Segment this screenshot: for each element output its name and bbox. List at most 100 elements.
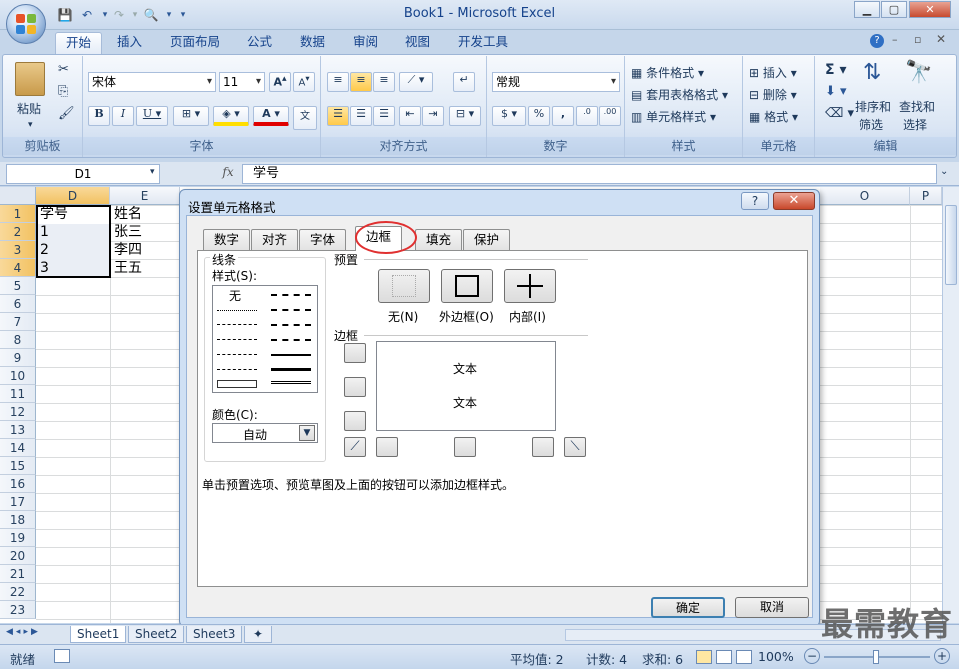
border-preview[interactable]: 文本 文本 <box>376 341 556 431</box>
vertical-scroll-thumb[interactable] <box>945 205 957 285</box>
row-header[interactable]: 5 <box>0 277 36 295</box>
border-top-button[interactable] <box>344 343 366 363</box>
cell-e3[interactable]: 李四 <box>112 241 142 259</box>
grow-font-button[interactable]: A▴ <box>269 72 291 92</box>
tab-alignment[interactable]: 对齐 <box>251 229 299 250</box>
border-left-button[interactable] <box>376 437 398 457</box>
tab-font[interactable]: 字体 <box>299 229 347 250</box>
sort-filter-icon[interactable]: ⇅ <box>863 60 881 85</box>
preset-inside-button[interactable] <box>504 269 556 303</box>
preset-none-button[interactable] <box>378 269 430 303</box>
border-bottom-button[interactable] <box>344 411 366 431</box>
preset-outline-button[interactable] <box>441 269 493 303</box>
dialog-help-button[interactable]: ? <box>741 192 769 210</box>
color-dropdown[interactable]: 自动 ▼ <box>212 423 318 443</box>
normal-view-icon[interactable] <box>696 650 712 664</box>
row-header[interactable]: 11 <box>0 385 36 403</box>
increase-indent-icon[interactable]: ⇥ <box>422 106 444 126</box>
shrink-font-button[interactable]: A▾ <box>293 72 315 92</box>
expand-formula-icon[interactable]: ⌄ <box>940 166 948 177</box>
comma-style-button[interactable]: , <box>552 106 574 126</box>
sheet-tab-3[interactable]: Sheet3 <box>186 626 243 643</box>
tab-insert[interactable]: 插入 <box>107 32 152 54</box>
help-icon[interactable]: ? <box>870 34 884 48</box>
row-header[interactable]: 9 <box>0 349 36 367</box>
line-style-double[interactable] <box>271 381 311 384</box>
zoom-slider-thumb[interactable] <box>873 650 879 664</box>
fill-icon[interactable]: ⬇ ▾ <box>825 84 847 99</box>
column-header-p[interactable]: P <box>910 187 942 205</box>
delete-cells-button[interactable]: ⊟ 删除 ▾ <box>749 86 797 103</box>
tab-review[interactable]: 审阅 <box>343 32 388 54</box>
orientation-button[interactable]: ⟋ ▾ <box>399 72 433 92</box>
line-style-thin-selected[interactable] <box>217 380 257 388</box>
paste-icon[interactable] <box>15 62 45 96</box>
insert-function-button[interactable]: fx <box>218 165 238 183</box>
close-window-button[interactable]: ✕ <box>909 1 951 18</box>
decrease-indent-icon[interactable]: ⇤ <box>399 106 421 126</box>
maximize-button[interactable]: ▢ <box>881 1 907 18</box>
name-box-dropdown-icon[interactable]: ▾ <box>150 167 155 177</box>
find-select-icon[interactable]: 🔭 <box>905 60 932 85</box>
row-header[interactable]: 13 <box>0 421 36 439</box>
column-header-e[interactable]: E <box>110 187 180 205</box>
line-style-medium-dashdotdot[interactable] <box>271 294 311 296</box>
tab-developer[interactable]: 开发工具 <box>448 32 518 54</box>
align-top-icon[interactable]: ≡ <box>327 72 349 92</box>
conditional-formatting-button[interactable]: ▦ 条件格式 ▾ <box>631 64 704 81</box>
line-style-dashdotdot[interactable] <box>217 339 257 340</box>
phonetic-button[interactable]: 文 <box>293 106 317 130</box>
row-header[interactable]: 20 <box>0 547 36 565</box>
cell-e1[interactable]: 姓名 <box>112 205 142 223</box>
sheet-tab-1[interactable]: Sheet1 <box>70 626 127 643</box>
tab-view[interactable]: 视图 <box>395 32 440 54</box>
minimize-button[interactable]: ▁ <box>854 1 880 18</box>
tab-fill[interactable]: 填充 <box>415 229 463 250</box>
line-style-thick[interactable] <box>271 368 311 371</box>
zoom-level[interactable]: 100% <box>758 649 794 664</box>
cell-d4[interactable]: 3 <box>38 259 49 277</box>
column-header-d[interactable]: D <box>36 187 110 205</box>
insert-cells-button[interactable]: ⊞ 插入 ▾ <box>749 64 797 81</box>
row-header[interactable]: 19 <box>0 529 36 547</box>
font-color-button[interactable]: A ▾ <box>253 106 289 126</box>
align-center-icon[interactable]: ☰ <box>350 106 372 126</box>
tab-data[interactable]: 数据 <box>290 32 335 54</box>
line-style-none[interactable]: 无 <box>229 287 241 304</box>
sort-filter-label-2[interactable]: 筛选 <box>859 116 883 133</box>
dialog-close-button[interactable]: ✕ <box>773 192 815 210</box>
cell-e4[interactable]: 王五 <box>112 259 142 277</box>
cell-e2[interactable]: 张三 <box>112 223 142 241</box>
border-diagonal-up-button[interactable]: ⟋ <box>344 437 366 457</box>
fill-color-button[interactable]: ◈ ▾ <box>213 106 249 126</box>
currency-format-button[interactable]: $ ▾ <box>492 106 526 126</box>
tab-page-layout[interactable]: 页面布局 <box>160 32 230 54</box>
page-layout-view-icon[interactable] <box>716 650 732 664</box>
border-middle-button[interactable] <box>344 377 366 397</box>
align-middle-icon[interactable]: ≡ <box>350 72 372 92</box>
borders-button[interactable]: ⊞ ▾ <box>173 106 209 126</box>
increase-decimal-icon[interactable]: .0 <box>576 106 598 126</box>
row-header[interactable]: 17 <box>0 493 36 511</box>
line-style-slant-dashdot[interactable] <box>271 309 311 311</box>
align-right-icon[interactable]: ☰ <box>373 106 395 126</box>
border-center-button[interactable] <box>454 437 476 457</box>
line-style-dotted[interactable] <box>217 324 257 325</box>
row-header[interactable]: 3 <box>0 241 36 259</box>
percent-button[interactable]: % <box>528 106 550 126</box>
align-bottom-icon[interactable]: ≡ <box>373 72 395 92</box>
cell-d2[interactable]: 1 <box>38 223 49 241</box>
row-header[interactable]: 16 <box>0 475 36 493</box>
row-header[interactable]: 7 <box>0 313 36 331</box>
border-right-button[interactable] <box>532 437 554 457</box>
cell-styles-button[interactable]: ▥ 单元格样式 ▾ <box>631 108 716 125</box>
name-box[interactable]: D1 <box>6 164 160 184</box>
row-header[interactable]: 18 <box>0 511 36 529</box>
format-cells-button[interactable]: ▦ 格式 ▾ <box>749 108 798 125</box>
ribbon-close-icon[interactable]: ✕ <box>936 32 946 46</box>
row-header[interactable]: 12 <box>0 403 36 421</box>
clear-icon[interactable]: ⌫ ▾ <box>825 106 854 121</box>
ribbon-restore-icon[interactable]: ▫ <box>914 33 921 46</box>
row-header[interactable]: 8 <box>0 331 36 349</box>
line-style-dashed[interactable] <box>217 369 257 370</box>
